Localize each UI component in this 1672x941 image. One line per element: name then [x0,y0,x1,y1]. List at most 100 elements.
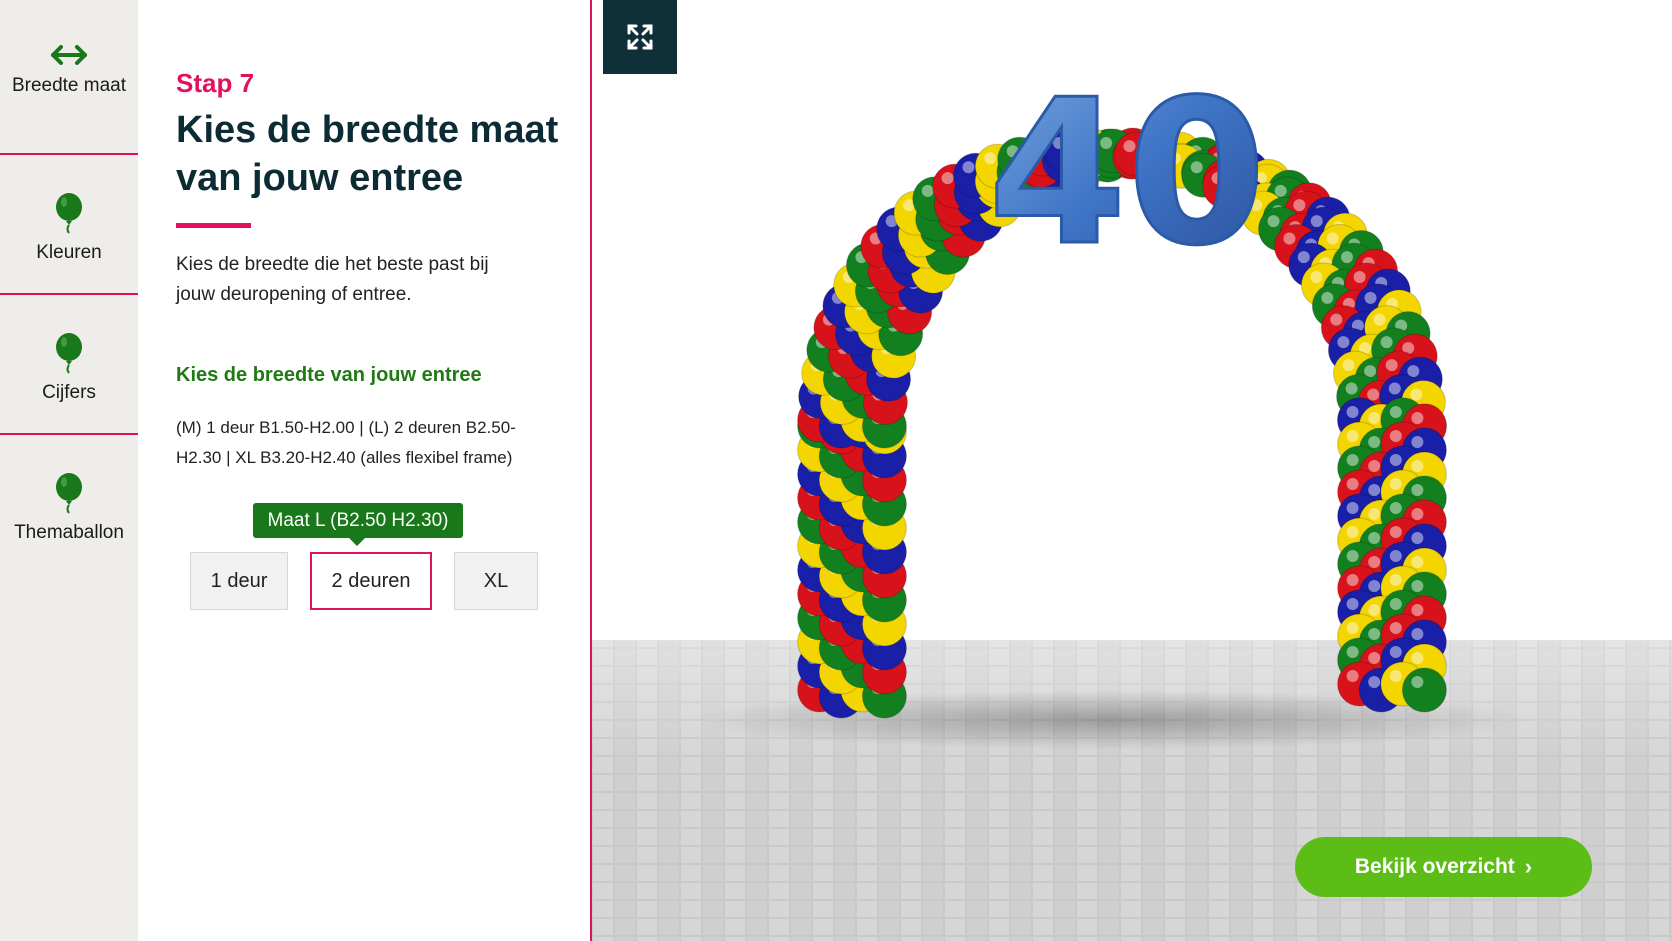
balloon-highlight [1380,336,1393,349]
balloon-highlight [1368,628,1381,640]
balloon-highlight [1411,460,1424,472]
balloon-highlight [1411,604,1424,616]
balloon-highlight [1346,622,1359,634]
step-label: Stap 7 [176,68,255,98]
expand-arrows-icon [627,24,653,50]
nav-divider [0,153,138,155]
balloon-highlight [1342,359,1355,372]
arch-preview-scene: 40 [592,0,1672,941]
balloon-highlight [1411,556,1424,568]
nav-item-themaballon[interactable]: Themaballon [0,438,138,578]
balloon-highlight [1346,454,1359,466]
balloon-highlight [1346,526,1359,538]
balloon-highlight [1389,574,1402,586]
balloon-highlight [1267,215,1280,228]
balloon-highlight [1368,532,1381,544]
balloon [1401,667,1447,713]
page-title: Kies de breedte maat van jouw entree [176,109,559,199]
balloon-highlight [1346,502,1359,514]
balloon-highlight [1310,271,1323,283]
balloon-highlight [1389,646,1402,658]
balloon-highlight [1337,336,1350,349]
balloon-highlight [1330,313,1343,326]
fullscreen-button[interactable] [603,0,677,74]
size-info-text: (M) 1 deur B1.50-H2.00 | (L) 2 deuren B2… [176,418,516,467]
balloon-highlight [1368,580,1381,592]
balloon-highlight [1283,232,1296,245]
balloon-highlight [1326,232,1339,245]
nav-item-breedte-maat[interactable]: Breedte maat [0,0,138,140]
balloon-highlight [1385,359,1398,372]
balloon-highlight [1346,550,1359,562]
balloon-highlight [1368,508,1381,520]
balloon-highlight [1411,628,1424,640]
config-panel: Stap 7 Kies de breedte maat van jouw ent… [138,0,592,941]
intro-text: Kies de breedte die het beste past bij j… [176,254,489,305]
nav-item-kleuren[interactable]: Kleuren [0,158,138,298]
balloon-highlight [1321,291,1334,304]
balloon-highlight [1389,502,1402,514]
balloon-highlight [1411,580,1424,592]
balloon-highlight [1411,508,1424,520]
balloon-highlight [1389,526,1402,538]
balloon-highlight [1368,604,1381,616]
balloon-highlight [1346,574,1359,586]
balloon-highlight [1364,291,1377,304]
balloon-highlight [1368,412,1381,424]
section-heading: Kies de breedte van jouw entree [176,364,482,386]
balloon-highlight [1346,478,1359,490]
title-underline [176,223,251,228]
nav-item-label: Cijfers [42,382,96,403]
balloon-highlight [1368,676,1381,688]
balloon-highlight [1411,676,1424,688]
balloon-highlight [1345,382,1358,395]
balloon-highlight [1411,532,1424,544]
chevron-right-icon: › [1524,854,1533,879]
nav-divider [0,433,138,435]
balloon-highlight [1389,478,1402,490]
balloon-highlight [1389,622,1402,634]
balloon-highlight [962,161,975,174]
balloon-highlight [1411,436,1424,448]
balloon-icon [56,193,82,234]
balloon-highlight [1346,670,1359,682]
foil-number-balloon: 40 [988,57,1266,290]
balloon-highlight [1346,430,1359,442]
balloon-highlight [1389,550,1402,562]
balloon-highlight [1411,652,1424,664]
balloon-highlight [1389,670,1402,682]
balloon-highlight [1346,646,1359,658]
balloon-highlight [1411,484,1424,496]
balloon-highlight [1368,556,1381,568]
balloon-highlight [1274,184,1287,197]
balloon-highlight [1389,430,1402,442]
nav-divider [0,293,138,295]
option-2-deuren[interactable]: 2 deuren [310,552,432,610]
balloon-highlight [1389,598,1402,610]
balloon-highlight [1389,454,1402,466]
balloon-highlight [1410,388,1423,401]
balloon-highlight [1411,412,1424,424]
balloon-highlight [921,184,934,197]
arch-preview-viewport[interactable]: 40 [592,0,1672,941]
balloon-highlight [1368,652,1381,664]
nav-item-cijfers[interactable]: Cijfers [0,298,138,438]
option-1-deur[interactable]: 1 deur [190,552,288,610]
balloon-highlight [1340,251,1353,264]
balloon-highlight [1368,436,1381,448]
balloon-icon [56,473,82,514]
double-arrow-icon [51,45,87,65]
nav-item-label: Kleuren [36,242,102,263]
view-summary-button[interactable]: Bekijk overzicht › [1295,837,1592,897]
step-nav-rail: Breedte maat Kleuren Cijfers Themaballon [0,0,138,941]
balloon-highlight [941,172,954,185]
balloon-highlight [1310,215,1323,228]
balloon-highlight [1346,598,1359,610]
balloon-highlight [1368,460,1381,472]
nav-item-label: Themaballon [14,522,124,543]
option-xl[interactable]: XL [454,552,538,610]
nav-item-label: Breedte maat [11,75,127,96]
balloon-highlight [1368,484,1381,496]
balloon-highlight [1388,382,1401,395]
balloon-highlight [1373,313,1386,326]
